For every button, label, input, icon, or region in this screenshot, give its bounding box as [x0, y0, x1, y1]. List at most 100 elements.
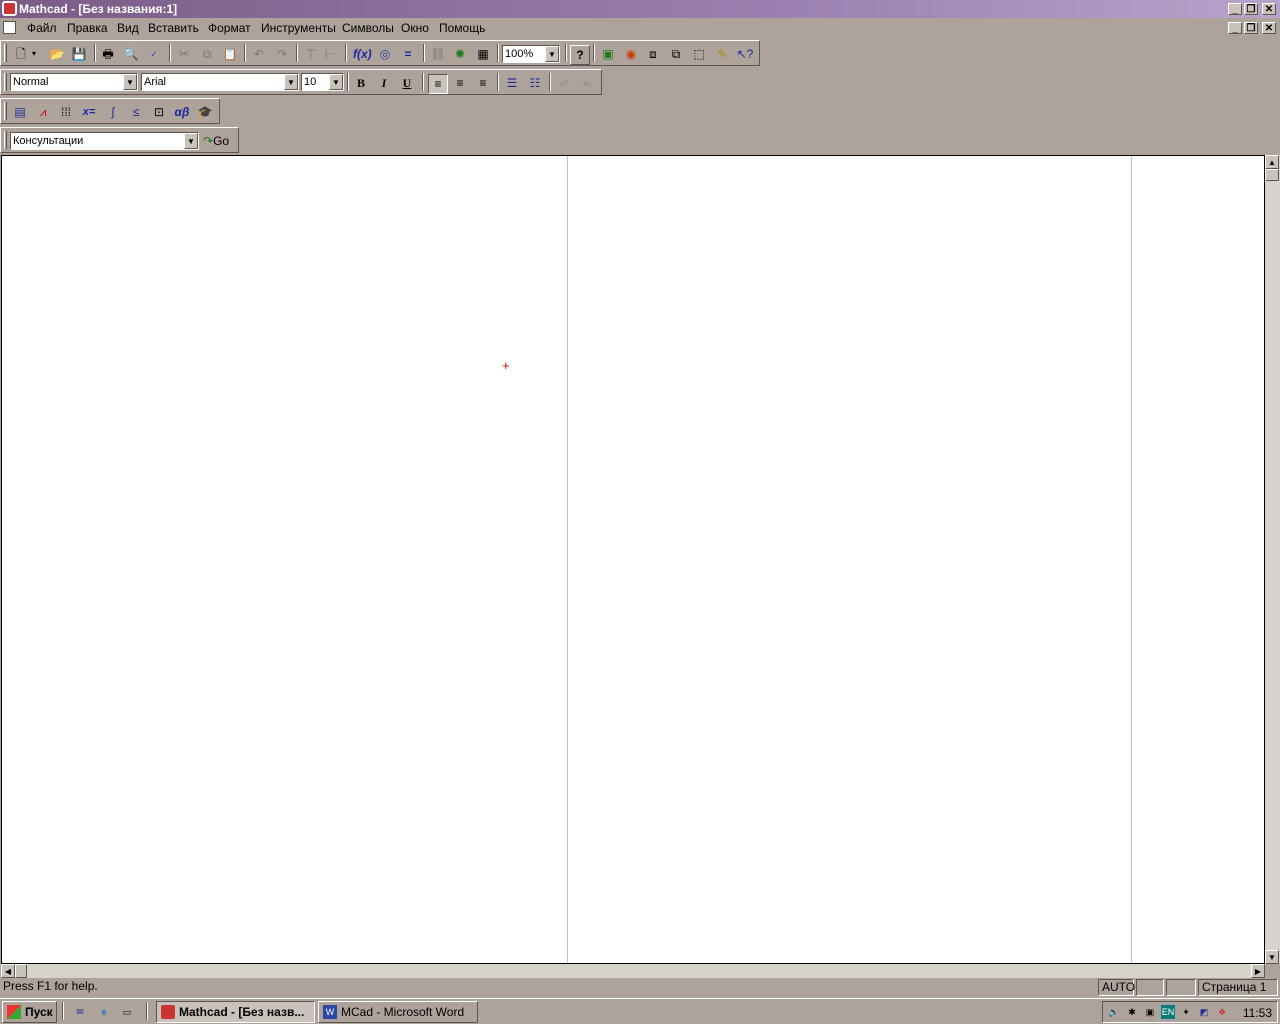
redo-icon[interactable]: ↷ — [273, 45, 291, 63]
close-button[interactable]: ✕ — [1262, 3, 1276, 15]
collaboratory-icon[interactable]: ◉ — [622, 45, 640, 63]
insert-hyperlink-icon[interactable]: ⛓ — [429, 45, 447, 63]
calculus-icon[interactable]: ∫ — [104, 103, 122, 121]
paste-icon[interactable]: 📋 — [221, 45, 239, 63]
graph-icon[interactable]: ⩘ — [34, 103, 52, 121]
scroll-up-icon[interactable]: ▲ — [1265, 155, 1279, 169]
align-center-icon[interactable]: ≡ — [451, 74, 469, 92]
font-size-select[interactable]: 10 ▼ — [301, 73, 344, 91]
spell-check-icon[interactable]: ✓ — [145, 45, 163, 63]
calculate-icon[interactable]: = — [399, 45, 417, 63]
greek-icon[interactable]: αβ — [173, 103, 191, 121]
align-right-icon[interactable]: ≡ — [474, 74, 492, 92]
font-select[interactable]: Arial ▼ — [141, 73, 299, 91]
bold-button[interactable]: B — [352, 74, 370, 92]
menu-window[interactable]: Окно — [401, 21, 429, 35]
align-across-icon[interactable]: ⊤ — [302, 45, 320, 63]
chevron-down-icon[interactable]: ▼ — [329, 74, 343, 90]
underline-button[interactable]: U — [398, 74, 416, 92]
app-tray-icon-2[interactable]: ❖ — [1215, 1005, 1229, 1019]
go-button[interactable]: ↷Go — [203, 132, 235, 150]
undo-icon[interactable]: ↶ — [250, 45, 268, 63]
app-tray-icon[interactable]: ◩ — [1197, 1005, 1211, 1019]
help-icon[interactable]: ? — [570, 45, 590, 65]
cut-icon[interactable]: ✂ — [175, 45, 193, 63]
scroll-thumb[interactable] — [15, 964, 27, 978]
monitor-icon[interactable]: ▣ — [1143, 1005, 1157, 1019]
mathcad-app-icon[interactable] — [2, 1, 17, 16]
insert-function-icon[interactable]: f(x) — [353, 45, 372, 63]
scroll-thumb[interactable] — [1265, 169, 1279, 181]
tutorial-icon[interactable]: ✎ — [713, 45, 731, 63]
scroll-left-icon[interactable]: ◀ — [1, 964, 15, 978]
mathcad-web-icon[interactable]: ⬚ — [690, 45, 708, 63]
style-select[interactable]: Normal ▼ — [10, 73, 138, 91]
start-button[interactable]: Пуск — [2, 1001, 57, 1023]
quick-launch-outlook-icon[interactable]: ✉ — [73, 1005, 87, 1019]
align-down-icon[interactable]: ⊢ — [321, 45, 339, 63]
speaker-icon[interactable]: 🔈 — [1107, 1005, 1121, 1019]
scroll-right-icon[interactable]: ▶ — [1251, 964, 1265, 978]
menu-insert[interactable]: Вставить — [148, 21, 199, 35]
menu-view[interactable]: Вид — [117, 21, 139, 35]
horizontal-scrollbar[interactable]: ◀ ▶ — [1, 964, 1265, 978]
chevron-down-icon[interactable]: ▼ — [545, 46, 559, 62]
menu-tools[interactable]: Инструменты — [261, 21, 336, 35]
insert-unit-icon[interactable]: ◎ — [376, 45, 394, 63]
worksheet[interactable]: + — [1, 155, 1265, 964]
matrix-icon[interactable]: ⁞⁞⁞ — [57, 103, 75, 121]
quick-launch-desktop-icon[interactable]: ▭ — [120, 1005, 134, 1019]
subscript-icon[interactable]: x₂ — [578, 74, 596, 92]
chevron-down-icon[interactable]: ▼ — [184, 133, 198, 149]
menu-format[interactable]: Формат — [208, 21, 251, 35]
task-word[interactable]: W MCad - Microsoft Word — [318, 1001, 478, 1023]
align-left-icon[interactable]: ≡ — [428, 74, 448, 94]
zoom-select[interactable]: 100% ▼ — [502, 45, 560, 63]
calculator-icon[interactable]: ▤ — [11, 103, 29, 121]
menu-help[interactable]: Помощь — [439, 21, 485, 35]
menu-file[interactable]: Файл — [27, 21, 57, 35]
superscript-icon[interactable]: x² — [555, 74, 573, 92]
toolbar-grip[interactable] — [4, 73, 7, 91]
insert-table-icon[interactable]: ▦ — [474, 45, 492, 63]
minimize-button[interactable]: _ — [1228, 3, 1242, 15]
new-icon[interactable]: 🗋 — [12, 45, 30, 63]
e-book-icon[interactable]: ⧉ — [667, 45, 685, 63]
toolbar-grip[interactable] — [4, 44, 7, 62]
web-toolbar-icon[interactable]: ⧈ — [644, 45, 662, 63]
context-help-icon[interactable]: ↖? — [736, 45, 754, 63]
numbering-icon[interactable]: ☷ — [526, 74, 544, 92]
chevron-down-icon[interactable]: ▼ — [284, 74, 298, 90]
doc-close-button[interactable]: ✕ — [1262, 22, 1276, 34]
evaluation-icon[interactable]: x= — [80, 103, 98, 121]
open-icon[interactable]: 📂 — [48, 45, 66, 63]
symbolic-icon[interactable]: 🎓 — [196, 103, 214, 121]
menu-edit[interactable]: Правка — [67, 21, 108, 35]
task-mathcad[interactable]: Mathcad - [Без назв... — [156, 1001, 315, 1023]
new-dropdown-icon[interactable]: ▾ — [29, 45, 39, 63]
toolbar-grip[interactable] — [4, 131, 7, 149]
menu-symbols[interactable]: Символы — [342, 21, 394, 35]
boolean-icon[interactable]: ≤ — [127, 103, 145, 121]
save-icon[interactable]: 💾 — [70, 45, 88, 63]
resource-center-icon[interactable]: ▣ — [599, 45, 617, 63]
resources-select[interactable]: Консультации ▼ — [10, 132, 199, 150]
copy-icon[interactable]: ⧉ — [198, 45, 216, 63]
toolbar-grip[interactable] — [4, 102, 7, 120]
restore-button[interactable]: ❐ — [1244, 3, 1258, 15]
network-icon[interactable]: ✱ — [1125, 1005, 1139, 1019]
bullets-icon[interactable]: ☰ — [503, 74, 521, 92]
italic-button[interactable]: I — [375, 74, 393, 92]
doc-minimize-button[interactable]: _ — [1228, 22, 1242, 34]
component-wizard-icon[interactable]: ✺ — [451, 45, 469, 63]
antivirus-icon[interactable]: ✦ — [1179, 1005, 1193, 1019]
language-indicator[interactable]: EN — [1161, 1005, 1175, 1019]
print-preview-icon[interactable]: 🔍 — [122, 45, 140, 63]
scroll-down-icon[interactable]: ▼ — [1265, 950, 1279, 964]
programming-icon[interactable]: ⊡ — [150, 103, 168, 121]
print-icon[interactable]: 🖶 — [99, 45, 117, 63]
document-icon[interactable] — [3, 21, 16, 34]
chevron-down-icon[interactable]: ▼ — [123, 74, 137, 90]
doc-restore-button[interactable]: ❐ — [1244, 22, 1258, 34]
vertical-scrollbar[interactable]: ▲ ▼ — [1265, 155, 1280, 964]
